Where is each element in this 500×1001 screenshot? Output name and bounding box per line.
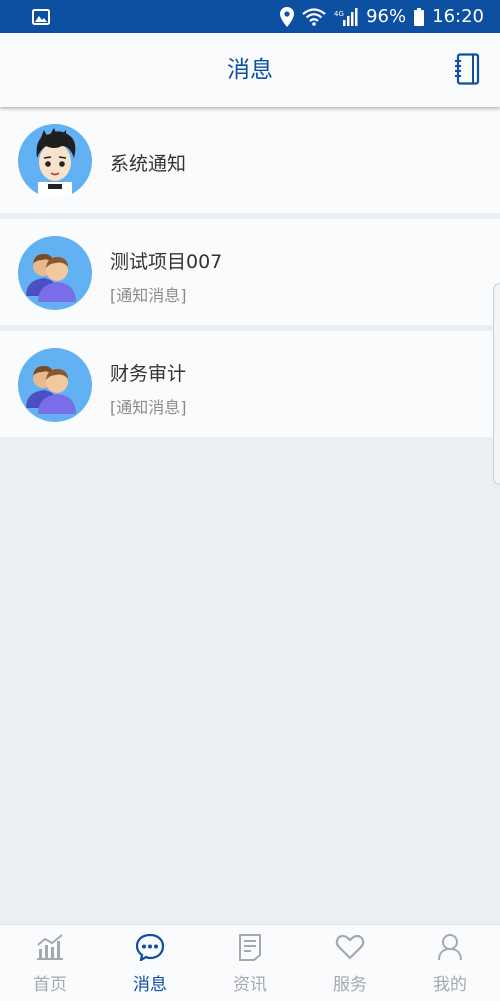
message-item-finance[interactable]: 财务审计 [通知消息] [0,331,500,437]
tab-messages[interactable]: 消息 [100,925,200,1001]
tab-profile[interactable]: 我的 [400,925,500,1001]
chart-icon [35,933,65,966]
document-icon [237,933,263,966]
signal-icon: 4G [334,7,358,26]
bottom-tab-bar: 首页 消息 资讯 服务 我的 [0,924,500,1001]
side-drawer-handle[interactable] [493,283,500,485]
message-item-project[interactable]: 测试项目007 [通知消息] [0,219,500,325]
status-bar: 4G 96% 16:20 [0,0,500,33]
tab-label: 服务 [333,975,367,995]
battery-percent: 96% [366,6,407,27]
message-subtitle: [通知消息] [110,286,187,305]
message-subtitle: [通知消息] [110,398,187,417]
tab-label: 资讯 [233,975,267,995]
group-avatar [18,236,92,310]
wifi-icon [302,7,326,26]
tab-label: 我的 [433,975,467,995]
app-header: 消息 [0,33,500,107]
message-title: 财务审计 [110,363,187,385]
clock: 16:20 [432,6,484,27]
tab-news[interactable]: 资讯 [200,925,300,1001]
heart-icon [335,933,365,966]
tab-label: 消息 [133,975,167,995]
battery-icon [414,7,425,26]
page-title: 消息 [227,57,273,83]
chat-icon [135,933,165,966]
message-title: 系统通知 [110,153,187,175]
svg-text:4G: 4G [334,10,344,18]
user-icon [437,933,463,966]
tab-label: 首页 [33,975,67,995]
message-list: 系统通知 测试项目007 [通知消息] 财务审计 [通知消息] [0,107,500,443]
tab-services[interactable]: 服务 [300,925,400,1001]
message-item-system[interactable]: 系统通知 [0,107,500,213]
message-title: 测试项目007 [110,251,223,273]
location-icon [280,6,295,27]
gallery-icon [32,8,50,25]
group-avatar [18,348,92,422]
tab-home[interactable]: 首页 [0,925,100,1001]
contacts-book-icon[interactable] [454,53,480,89]
cartoon-boy-avatar [18,124,92,198]
